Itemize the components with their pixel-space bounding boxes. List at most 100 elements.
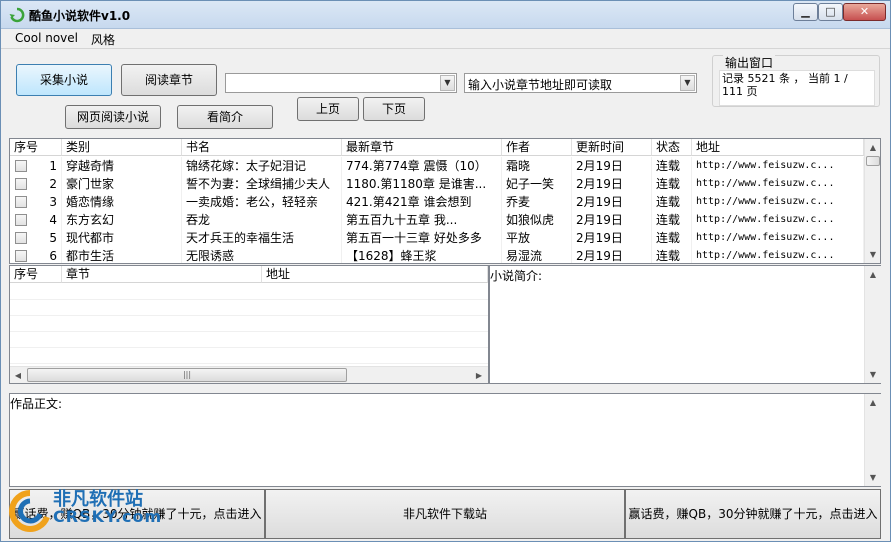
- col-header-author[interactable]: 作者: [502, 139, 572, 156]
- cell-latest-chapter: 第五百一十三章 好处多多: [342, 229, 502, 247]
- cell-update-time: 2月19日: [572, 175, 652, 193]
- category-select[interactable]: ▼: [225, 73, 457, 93]
- cell-title: 吞龙: [182, 211, 342, 229]
- chapter-row[interactable]: [10, 300, 488, 316]
- intro-pane[interactable]: 小说简介: ▲ ▼: [489, 265, 881, 384]
- content-pane[interactable]: 作品正文: ▲ ▼: [9, 393, 881, 487]
- table-row[interactable]: 3 婚恋情缘 一卖成婚：老公，轻轻亲 421.第421章 谁会想到 乔麦 2月19日 连载 h…: [10, 193, 880, 211]
- cell-latest-chapter: 【1628】蜂王浆: [342, 247, 502, 263]
- cell-title: 锦绣花嫁：太子妃泪记: [182, 157, 342, 175]
- table-row[interactable]: 5 现代都市 天才兵王的幸福生活 第五百一十三章 好处多多 平放 2月19日 连载 http:…: [10, 229, 880, 247]
- scroll-thumb[interactable]: |||: [27, 368, 347, 382]
- scroll-up-icon[interactable]: ▲: [865, 139, 880, 156]
- cell-category: 豪门世家: [62, 175, 182, 193]
- collect-novel-button[interactable]: 采集小说: [16, 64, 112, 96]
- col-header-category[interactable]: 类别: [62, 139, 182, 156]
- cell-author: 霜晓: [502, 157, 572, 175]
- scroll-up-icon[interactable]: ▲: [865, 266, 881, 283]
- novel-table: 序号 类别 书名 最新章节 作者 更新时间 状态 地址 1 穿越奇情 锦绣花嫁：太子…: [9, 138, 881, 264]
- chapter-row[interactable]: [10, 284, 488, 300]
- cell-index: 5: [10, 229, 62, 247]
- scroll-right-icon[interactable]: ▶: [471, 367, 487, 383]
- col-header-url[interactable]: 地址: [692, 139, 864, 156]
- intro-label: 小说简介:: [490, 269, 543, 283]
- footer-download-site[interactable]: 非凡软件下载站: [265, 489, 625, 539]
- cell-update-time: 2月19日: [572, 211, 652, 229]
- chapter-col-chapter[interactable]: 章节: [62, 266, 262, 283]
- window-title: 酷鱼小说软件v1.0: [29, 9, 131, 23]
- cell-index: 4: [10, 211, 62, 229]
- chapter-row[interactable]: [10, 332, 488, 348]
- intro-scrollbar[interactable]: ▲ ▼: [864, 266, 881, 383]
- col-header-update-time[interactable]: 更新时间: [572, 139, 652, 156]
- col-header-status[interactable]: 状态: [652, 139, 692, 156]
- read-chapter-button[interactable]: 阅读章节: [121, 64, 217, 96]
- scroll-thumb[interactable]: [866, 156, 880, 166]
- menu-style[interactable]: 风格: [91, 31, 115, 48]
- cell-url: http://www.feisuzw.c...: [692, 211, 864, 229]
- cell-author: 乔麦: [502, 193, 572, 211]
- cell-latest-chapter: 第五百九十五章 我...: [342, 211, 502, 229]
- title-bar: 酷鱼小说软件v1.0 ▁ □ ✕: [1, 1, 890, 29]
- content-label: 作品正文:: [10, 397, 63, 411]
- app-refresh-icon: [9, 7, 25, 23]
- col-header-latest-chapter[interactable]: 最新章节: [342, 139, 502, 156]
- chapter-col-url[interactable]: 地址: [262, 266, 488, 283]
- web-read-novel-button[interactable]: 网页阅读小说: [65, 105, 161, 129]
- chapter-row[interactable]: [10, 348, 488, 364]
- cell-category: 东方玄幻: [62, 211, 182, 229]
- scroll-down-icon[interactable]: ▼: [865, 246, 880, 263]
- cell-url: http://www.feisuzw.c...: [692, 229, 864, 247]
- cell-latest-chapter: 774.第774章 震慑（10）: [342, 157, 502, 175]
- cell-category: 穿越奇情: [62, 157, 182, 175]
- cell-title: 一卖成婚：老公，轻轻亲: [182, 193, 342, 211]
- view-intro-button[interactable]: 看简介: [177, 105, 273, 129]
- cell-index: 2: [10, 175, 62, 193]
- chapter-table: 序号 章节 地址 ◀ ||| ▶: [9, 265, 489, 384]
- crsky-watermark: 非凡软件站 CRSKY.com: [1, 485, 171, 542]
- output-text: 记录 5521 条 ， 当前 1 / 111 页: [719, 70, 875, 106]
- prev-page-button[interactable]: 上页: [297, 97, 359, 121]
- table-row[interactable]: 2 豪门世家 誓不为妻：全球缉捕少夫人 1180.第1180章 是谁害... 妃子一笑 2…: [10, 175, 880, 193]
- col-header-title[interactable]: 书名: [182, 139, 342, 156]
- cell-update-time: 2月19日: [572, 193, 652, 211]
- menu-cool-novel[interactable]: Cool novel: [15, 31, 78, 45]
- cell-url: http://www.feisuzw.c...: [692, 157, 864, 175]
- cell-status: 连载: [652, 211, 692, 229]
- maximize-button[interactable]: □: [818, 3, 843, 21]
- cell-latest-chapter: 1180.第1180章 是谁害...: [342, 175, 502, 193]
- close-button[interactable]: ✕: [843, 3, 886, 21]
- table-row[interactable]: 6 都市生活 无限诱惑 【1628】蜂王浆 易湿流 2月19日 连载 http://www.f…: [10, 247, 880, 263]
- cell-category: 现代都市: [62, 229, 182, 247]
- chapter-row[interactable]: [10, 316, 488, 332]
- menu-bar: Cool novel 风格: [1, 29, 890, 49]
- cell-author: 如狼似虎: [502, 211, 572, 229]
- cell-status: 连载: [652, 193, 692, 211]
- scroll-down-icon[interactable]: ▼: [865, 469, 881, 486]
- cell-author: 妃子一笑: [502, 175, 572, 193]
- chevron-down-icon[interactable]: ▼: [440, 75, 455, 91]
- novel-table-scrollbar[interactable]: ▲ ▼: [864, 139, 880, 263]
- watermark-line2: CRSKY.com: [53, 507, 163, 526]
- content-scrollbar[interactable]: ▲ ▼: [864, 394, 881, 486]
- table-row[interactable]: 1 穿越奇情 锦绣花嫁：太子妃泪记 774.第774章 震慑（10） 霜晓 2月19日 连载…: [10, 157, 880, 175]
- cell-category: 婚恋情缘: [62, 193, 182, 211]
- cell-index: 3: [10, 193, 62, 211]
- minimize-button[interactable]: ▁: [793, 3, 818, 21]
- cell-status: 连载: [652, 157, 692, 175]
- col-header-index[interactable]: 序号: [10, 139, 62, 156]
- chapter-url-select[interactable]: 输入小说章节地址即可读取 ▼: [464, 73, 697, 93]
- cell-url: http://www.feisuzw.c...: [692, 247, 864, 263]
- cell-status: 连载: [652, 247, 692, 263]
- chapter-col-index[interactable]: 序号: [10, 266, 62, 283]
- table-row[interactable]: 4 东方玄幻 吞龙 第五百九十五章 我... 如狼似虎 2月19日 连载 http://www…: [10, 211, 880, 229]
- cell-update-time: 2月19日: [572, 229, 652, 247]
- scroll-left-icon[interactable]: ◀: [10, 367, 26, 383]
- cell-status: 连载: [652, 175, 692, 193]
- chapter-hscrollbar[interactable]: ◀ ||| ▶: [10, 366, 488, 383]
- next-page-button[interactable]: 下页: [363, 97, 425, 121]
- chevron-down-icon[interactable]: ▼: [680, 75, 695, 91]
- scroll-down-icon[interactable]: ▼: [865, 366, 881, 383]
- footer-ad-right[interactable]: 赢话费，赚QB，30分钟就赚了十元，点击进入: [625, 489, 881, 539]
- scroll-up-icon[interactable]: ▲: [865, 394, 881, 411]
